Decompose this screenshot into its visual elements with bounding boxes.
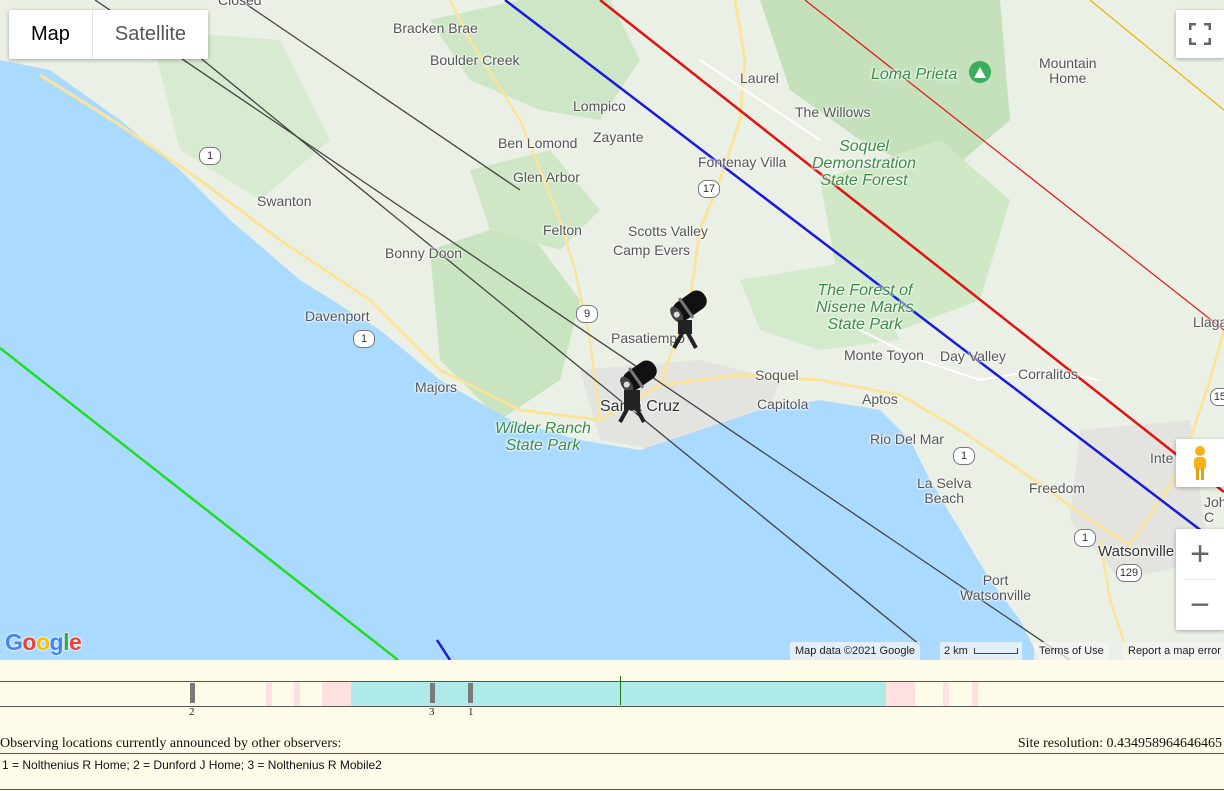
map-label-laurel: Laurel xyxy=(740,70,779,86)
map-label-aptos: Aptos xyxy=(862,391,898,407)
map-scale-bar xyxy=(973,648,1018,655)
footer-divider xyxy=(0,753,1224,754)
map-label-fontenay-villa: Fontenay Villa xyxy=(698,154,787,170)
map-label-joh: Joh C xyxy=(1204,494,1224,525)
map-label-swanton: Swanton xyxy=(257,193,312,209)
map-label-bonny-doon: Bonny Doon xyxy=(385,245,463,261)
map-label-inter: Inte xyxy=(1150,450,1174,466)
map-view[interactable]: Closed Bracken Brae Boulder Creek Laurel… xyxy=(0,0,1224,660)
map-label-capitola: Capitola xyxy=(757,396,809,412)
map-label-day-valley: Day Valley xyxy=(940,348,1006,364)
map-label-closed: Closed xyxy=(218,0,262,8)
highway-17-shield: 17 xyxy=(698,180,720,198)
map-type-map-button[interactable]: Map xyxy=(9,10,93,59)
timeline-pink-segment xyxy=(266,682,272,706)
map-label-llaga: Llaga xyxy=(1193,314,1224,330)
map-label-the-willows: The Willows xyxy=(795,104,871,120)
map-label-wilder-ranch: Wilder Ranch State Park xyxy=(495,420,591,454)
highway-1-shield: 1 xyxy=(1074,529,1096,547)
zoom-control: + − xyxy=(1176,529,1224,630)
map-label-davenport: Davenport xyxy=(305,308,370,324)
map-label-port-watsonville: Port Watsonville xyxy=(960,572,1032,603)
observer-marker-telescope-icon[interactable] xyxy=(664,284,714,350)
timeline-observer-marker[interactable] xyxy=(190,683,195,703)
map-type-control: Map Satellite xyxy=(9,10,209,59)
fullscreen-button[interactable] xyxy=(1176,10,1224,58)
pegman-icon xyxy=(1194,446,1206,480)
footer-bottom-divider xyxy=(0,789,1224,790)
map-label-majors: Majors xyxy=(415,379,458,395)
map-scale[interactable]: 2 km xyxy=(940,642,1022,660)
street-view-pegman-button[interactable] xyxy=(1176,439,1224,487)
highway-1-shield: 1 xyxy=(199,147,221,165)
timeline-pink-segment xyxy=(294,682,300,706)
observer-marker-telescope-icon[interactable] xyxy=(614,354,664,424)
map-label-watsonville: Watsonville xyxy=(1098,543,1175,560)
highway-129-shield: 129 xyxy=(1116,564,1142,582)
zoom-in-button[interactable]: + xyxy=(1176,529,1224,579)
timeline-now-marker xyxy=(620,676,621,705)
map-scale-label: 2 km xyxy=(944,645,968,657)
map-label-zayante: Zayante xyxy=(593,129,644,145)
fullscreen-icon xyxy=(1189,23,1211,45)
map-label-lompico: Lompico xyxy=(573,98,626,114)
map-label-freedom: Freedom xyxy=(1029,480,1086,496)
map-label-scotts-valley: Scotts Valley xyxy=(628,223,708,239)
map-type-satellite-button[interactable]: Satellite xyxy=(93,10,208,59)
map-data-attribution: Map data ©2021 Google xyxy=(790,642,921,660)
timeline-pink-segment xyxy=(322,682,351,706)
map-label-soquel: Soquel xyxy=(755,367,799,383)
map-label-boulder-creek: Boulder Creek xyxy=(430,52,520,68)
map-label-corralitos: Corralitos xyxy=(1018,366,1078,382)
observer-timeline xyxy=(0,681,1224,707)
map-label-soquel-forest: Soquel Demonstration State Forest xyxy=(812,138,917,189)
map-label-mountain-home: Mountain Home xyxy=(1039,55,1097,86)
map-label-felton: Felton xyxy=(543,222,582,238)
zoom-out-button[interactable]: − xyxy=(1176,580,1224,630)
observer-legend: 1 = Nolthenius R Home; 2 = Dunford J Hom… xyxy=(2,758,382,772)
map-label-glen-arbor: Glen Arbor xyxy=(513,169,580,185)
map-label-la-selva-beach: La Selva Beach xyxy=(917,475,972,506)
map-label-rio-del-mar: Rio Del Mar xyxy=(870,431,944,447)
google-logo[interactable]: Google xyxy=(5,629,82,656)
timeline-pink-segment xyxy=(972,682,978,706)
site-resolution: Site resolution: 0.434958964646465 xyxy=(1017,736,1222,751)
timeline-observer-marker[interactable] xyxy=(430,683,435,703)
highway-1-shield: 1 xyxy=(353,330,375,348)
map-label-camp-evers: Camp Evers xyxy=(613,242,691,258)
timeline-pink-segment xyxy=(943,682,949,706)
terms-of-use-link[interactable]: Terms of Use xyxy=(1034,642,1109,660)
map-label-loma-prieta: Loma Prieta xyxy=(871,66,958,83)
map-label-bracken-brae: Bracken Brae xyxy=(393,20,478,36)
report-map-error-link[interactable]: Report a map error xyxy=(1123,642,1224,660)
timeline-pink-segment xyxy=(886,682,915,706)
observers-caption: Observing locations currently announced … xyxy=(0,736,342,751)
timeline-observer-marker[interactable] xyxy=(468,683,473,703)
map-label-monte-toyon: Monte Toyon xyxy=(844,347,924,363)
timeline-observer-label: 3 xyxy=(429,706,435,718)
highway-1-shield: 1 xyxy=(953,447,975,465)
timeline-observer-label: 2 xyxy=(189,706,195,718)
map-label-ben-lomond: Ben Lomond xyxy=(498,135,578,151)
highway-152-shield: 152 xyxy=(1210,388,1224,406)
map-label-nisene-marks: The Forest of Nisene Marks State Park xyxy=(816,282,914,333)
highway-9-shield: 9 xyxy=(576,305,598,323)
timeline-observer-label: 1 xyxy=(468,706,474,718)
